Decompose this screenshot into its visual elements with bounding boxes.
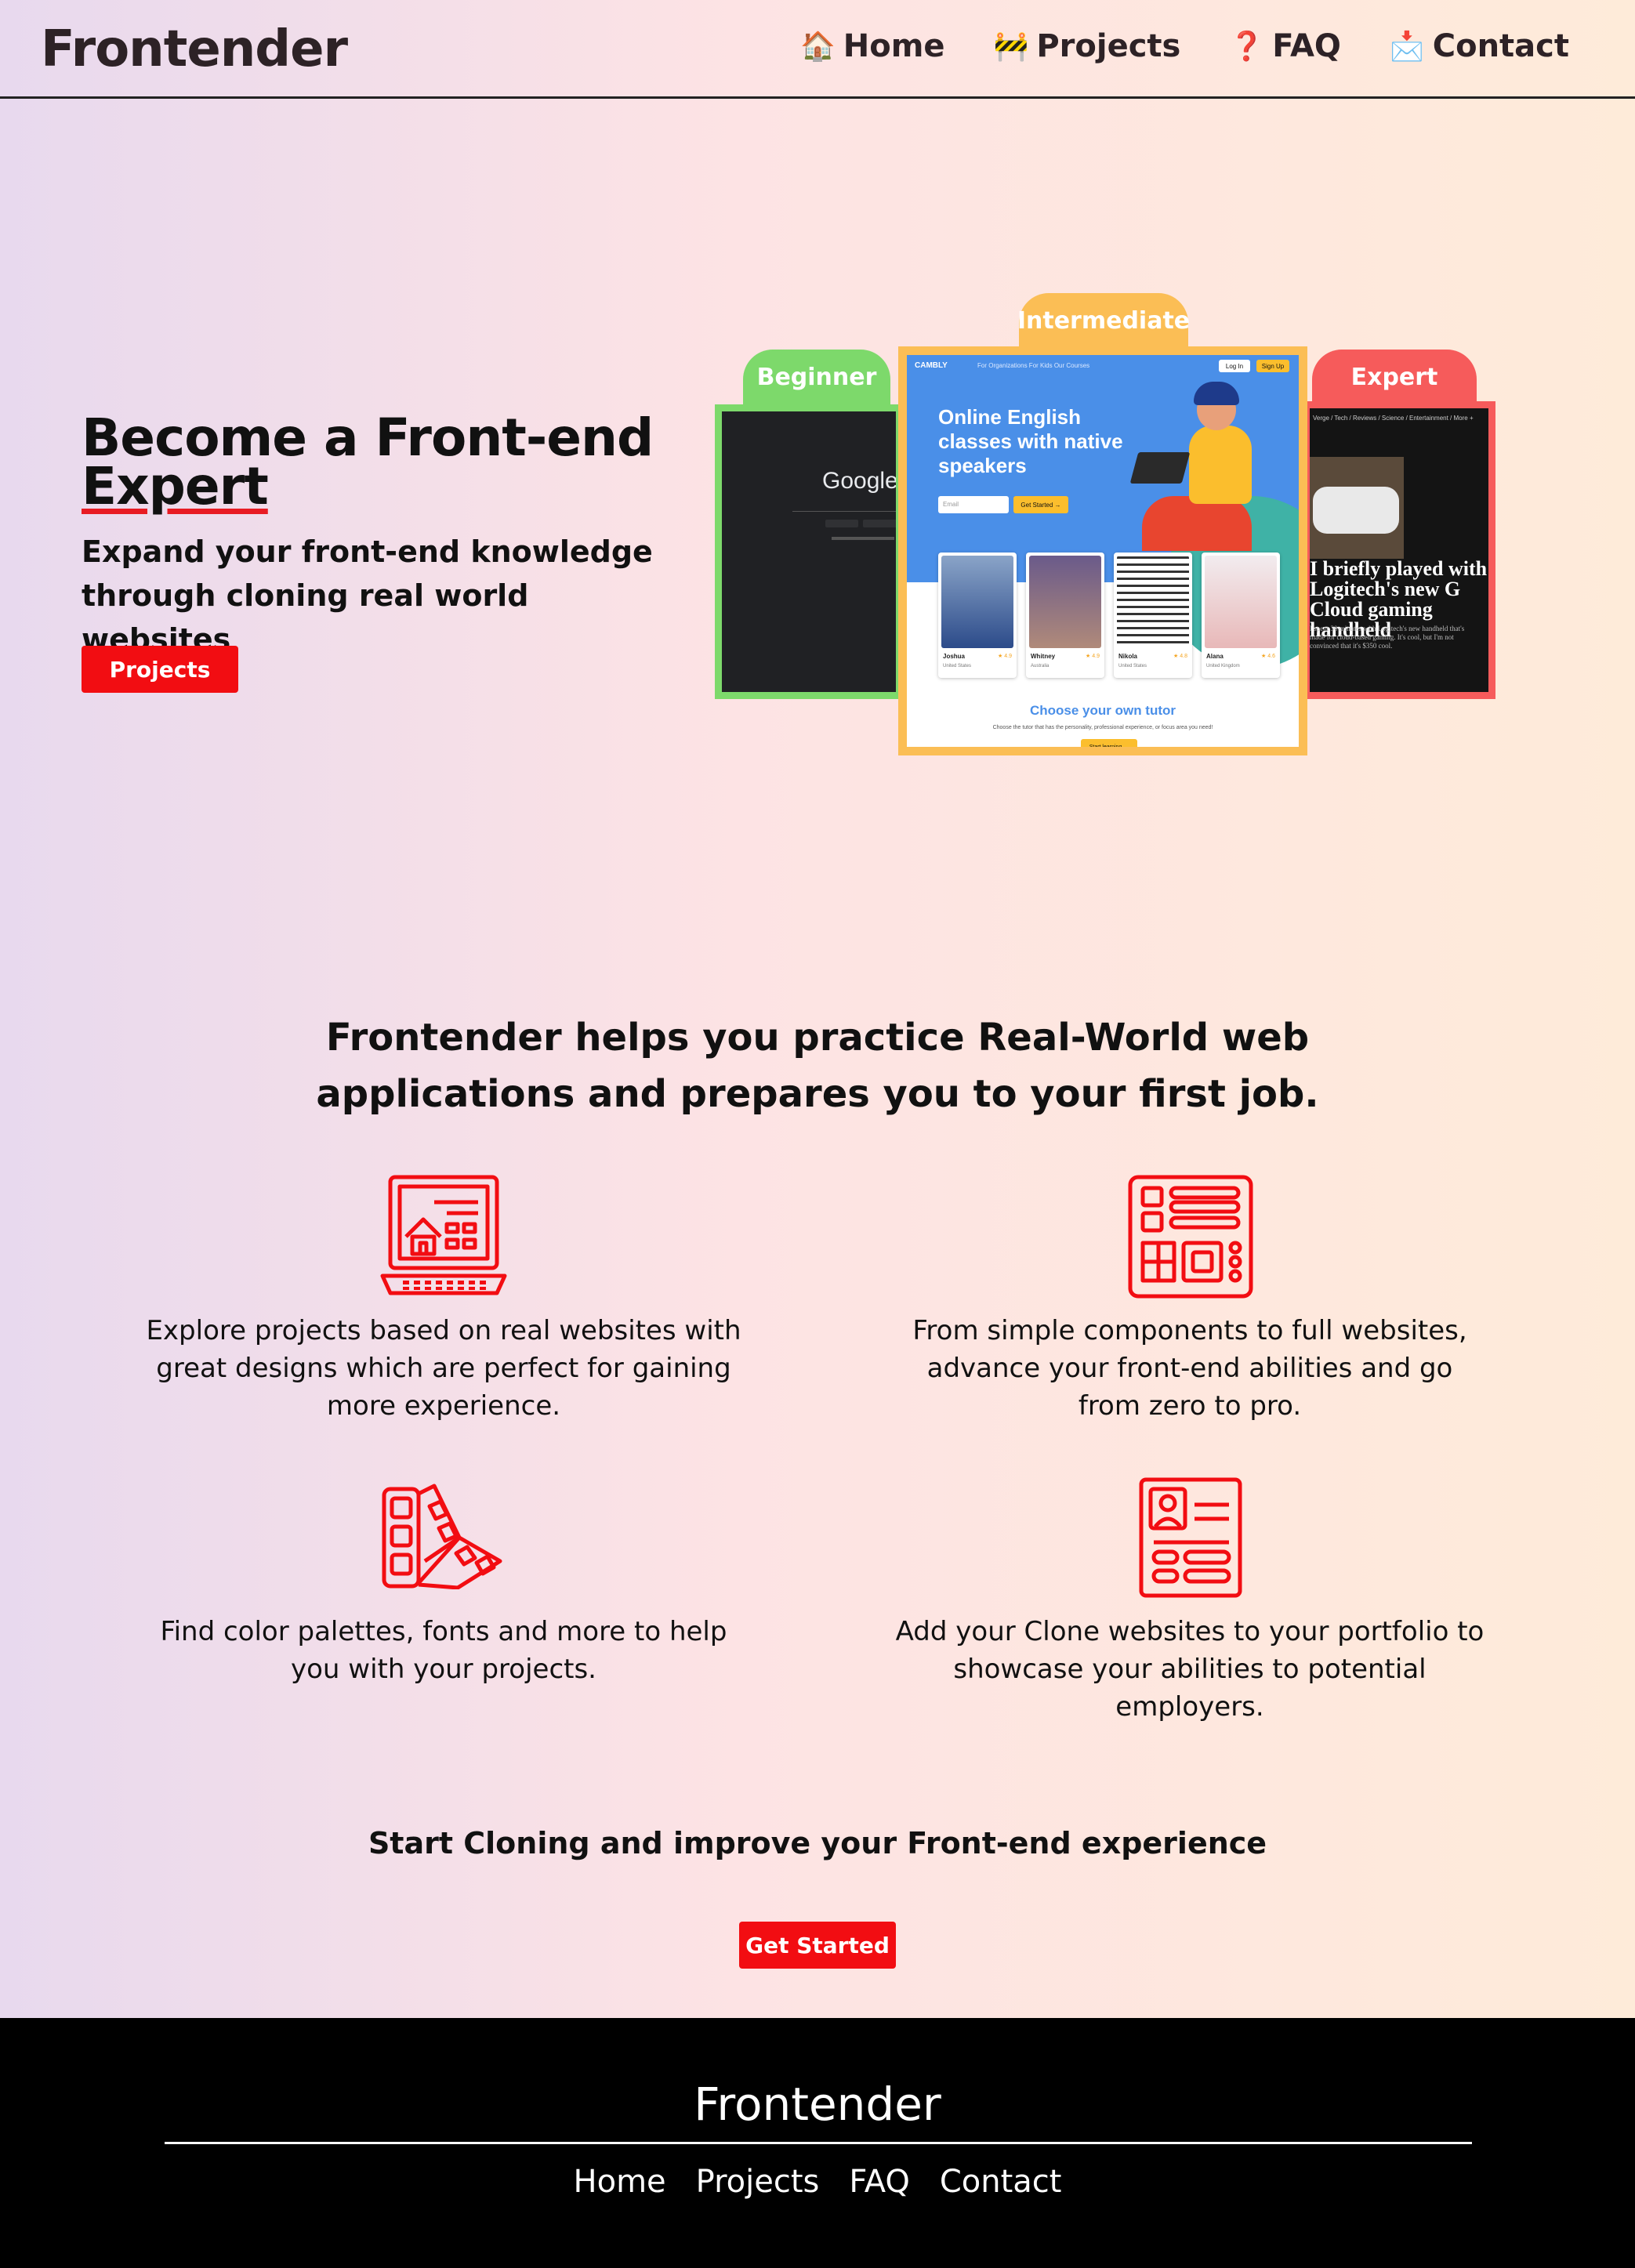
tutor-country: Australia (1031, 664, 1050, 668)
hero-subtitle: Expand your front-end knowledge through … (82, 534, 653, 657)
search-bar (792, 504, 896, 512)
tutor-rating: ★ 4.6 (1261, 654, 1275, 659)
tutor-card: Alana ★ 4.6 United Kingdom (1202, 553, 1280, 678)
features-title: Frontender helps you practice Real-World… (316, 1016, 1319, 1116)
feature-text: Find color palettes, fonts and more to h… (160, 1616, 727, 1685)
cta-title: Start Cloning and improve your Front-end… (368, 1826, 1267, 1860)
layout-components-icon (1128, 1175, 1253, 1299)
feature-text: Explore projects based on real websites … (146, 1315, 741, 1422)
hero-title-line2: Expert (82, 456, 269, 516)
cambly-menu: For Organizations For Kids Our Courses (977, 362, 1090, 369)
tutor-name: Joshua (943, 653, 966, 660)
tutor-card: Joshua ★ 4.9 United States (938, 553, 1017, 678)
tutor-card: Nikola ★ 4.8 United States (1114, 553, 1192, 678)
tutor-country: United Kingdom (1206, 664, 1240, 668)
navbar: Frontender 🏠 Home 🚧 Projects ❓ FAQ 📩 Con… (0, 0, 1635, 99)
start-learning-button: Start learning → (1081, 739, 1137, 747)
tutor-rating: ★ 4.9 (1086, 654, 1100, 659)
tutor-name: Whitney (1031, 653, 1056, 660)
footer: Frontender Home Projects FAQ Contact (0, 2018, 1635, 2268)
tutor-name: Alana (1206, 653, 1224, 660)
google-logo-text: Google (822, 468, 898, 494)
feature-item: Explore projects based on real websites … (146, 1174, 741, 1433)
nav-item-home[interactable]: 🏠 Home (800, 28, 945, 64)
footer-divider (165, 2142, 1472, 2144)
footer-link-contact[interactable]: Contact (940, 2164, 1062, 2200)
color-palette-icon (382, 1484, 502, 1589)
footer-link-home[interactable]: Home (574, 2164, 666, 2200)
tutor-country: United States (1118, 664, 1147, 668)
laptop-illustration (1129, 452, 1191, 484)
person-illustration-legs (1142, 496, 1252, 551)
language-line (832, 537, 894, 540)
expert-site-nav: Verge / Tech / Reviews / Science / Enter… (1313, 415, 1474, 422)
nav-item-label: Projects (1036, 28, 1181, 64)
tutor-photo (941, 556, 1013, 648)
footer-link-faq[interactable]: FAQ (849, 2164, 909, 2200)
beginner-preview-card[interactable]: Google (715, 404, 903, 699)
feature-item: Add your Clone websites to your portfoli… (892, 1476, 1488, 1727)
tutor-rating: ★ 4.9 (998, 654, 1012, 659)
footer-nav: Home Projects FAQ Contact (0, 2164, 1635, 2200)
footer-logo[interactable]: Frontender (0, 2078, 1635, 2131)
beginner-tag: Beginner (743, 350, 890, 404)
cambly-logo: CAMBLY (915, 361, 948, 370)
construction-icon: 🚧 (993, 31, 1029, 63)
choose-tutor-text: Choose the tutor that has the personalit… (992, 725, 1213, 730)
feature-text: Add your Clone websites to your portfoli… (895, 1616, 1485, 1723)
portfolio-profile-icon (1139, 1477, 1242, 1598)
feature-item: From simple components to full websites,… (892, 1174, 1488, 1433)
cambly-headline: Online English classes with native speak… (938, 405, 1123, 477)
expert-tag: Expert (1312, 350, 1477, 404)
lucky-button (863, 520, 896, 527)
nav-item-contact[interactable]: 📩 Contact (1390, 28, 1569, 64)
tutor-photo (1029, 556, 1101, 648)
handheld-device-image (1313, 487, 1399, 534)
feature-text: From simple components to full websites,… (912, 1315, 1467, 1422)
nav-item-label: Contact (1432, 28, 1569, 64)
choose-tutor-heading: Choose your own tutor (1029, 703, 1176, 718)
feature-item: Find color palettes, fonts and more to h… (146, 1483, 741, 1710)
nav-item-projects[interactable]: 🚧 Projects (994, 28, 1181, 64)
nav-item-faq[interactable]: ❓ FAQ (1229, 28, 1341, 64)
email-field: Email (938, 496, 1009, 513)
tutor-photo (1117, 556, 1189, 648)
intermediate-preview-card[interactable]: CAMBLY For Organizations For Kids Our Co… (898, 346, 1307, 755)
person-illustration-body (1189, 426, 1252, 504)
get-started-button[interactable]: Get Started (739, 1922, 896, 1969)
tutor-card: Whitney ★ 4.9 Australia (1026, 553, 1104, 678)
intermediate-tag: Intermediate (1017, 293, 1190, 348)
house-icon: 🏠 (799, 31, 836, 63)
envelope-icon: 📩 (1389, 31, 1425, 63)
nav-item-label: Home (843, 28, 945, 64)
article-body: I spent 30 minutes with Logitech's new h… (1310, 625, 1465, 650)
tutor-photo (1205, 556, 1277, 648)
tutor-name: Nikola (1118, 653, 1138, 660)
nav-item-label: FAQ (1272, 28, 1341, 64)
get-started-mini-button: Get Started → (1013, 496, 1068, 513)
login-button: Log In (1219, 360, 1250, 372)
tutor-list: Joshua ★ 4.9 United States Whitney ★ 4.9… (938, 553, 1280, 678)
expert-preview-card[interactable]: Verge / Tech / Reviews / Science / Enter… (1303, 401, 1495, 699)
hero-title: Become a Front-end Expert (82, 412, 677, 513)
signup-button: Sign Up (1256, 360, 1289, 372)
laptop-website-icon (380, 1175, 507, 1295)
footer-link-projects[interactable]: Projects (696, 2164, 820, 2200)
projects-button[interactable]: Projects (82, 646, 238, 693)
tutor-country: United States (943, 664, 972, 668)
tutor-rating: ★ 4.8 (1173, 654, 1187, 659)
nav-menu: 🏠 Home 🚧 Projects ❓ FAQ 📩 Contact (800, 28, 1569, 64)
search-button (825, 520, 858, 527)
question-mark-icon: ❓ (1229, 31, 1265, 63)
site-logo[interactable]: Frontender (41, 20, 348, 78)
